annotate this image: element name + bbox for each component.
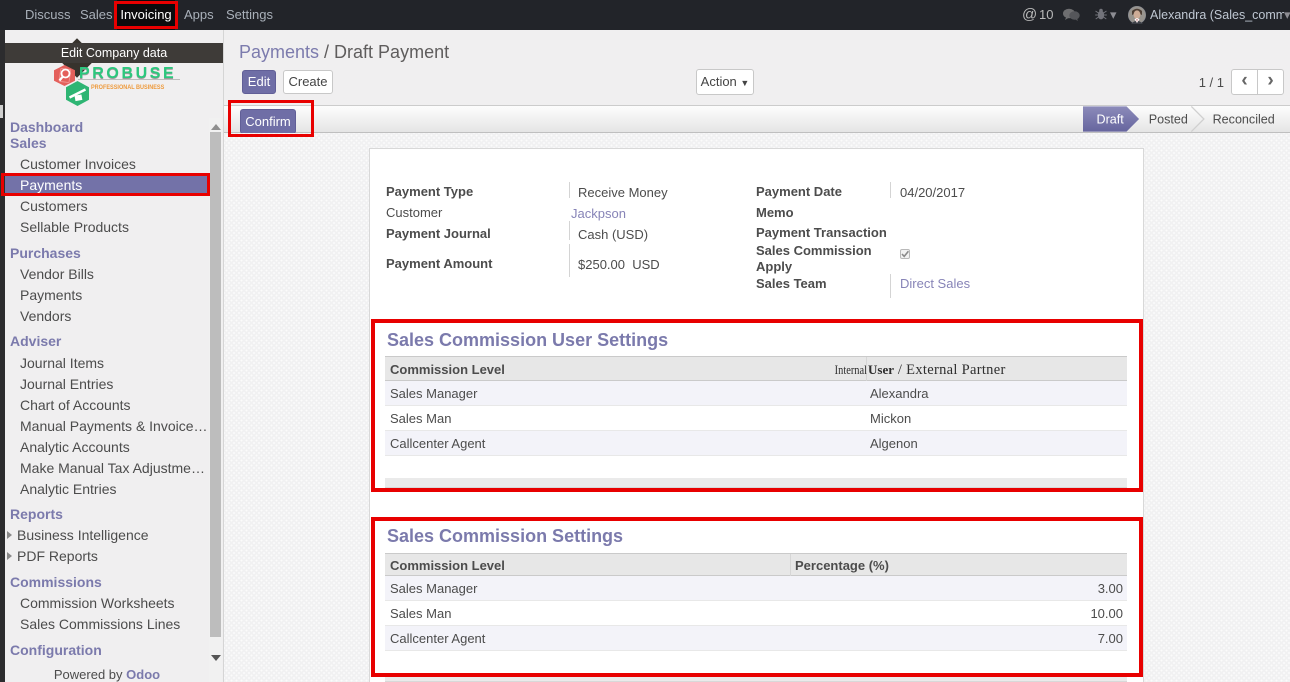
svg-text:Posted: Posted	[1149, 112, 1188, 126]
svg-text:Draft: Draft	[1097, 112, 1125, 126]
svg-text:Reconciled: Reconciled	[1213, 112, 1275, 126]
